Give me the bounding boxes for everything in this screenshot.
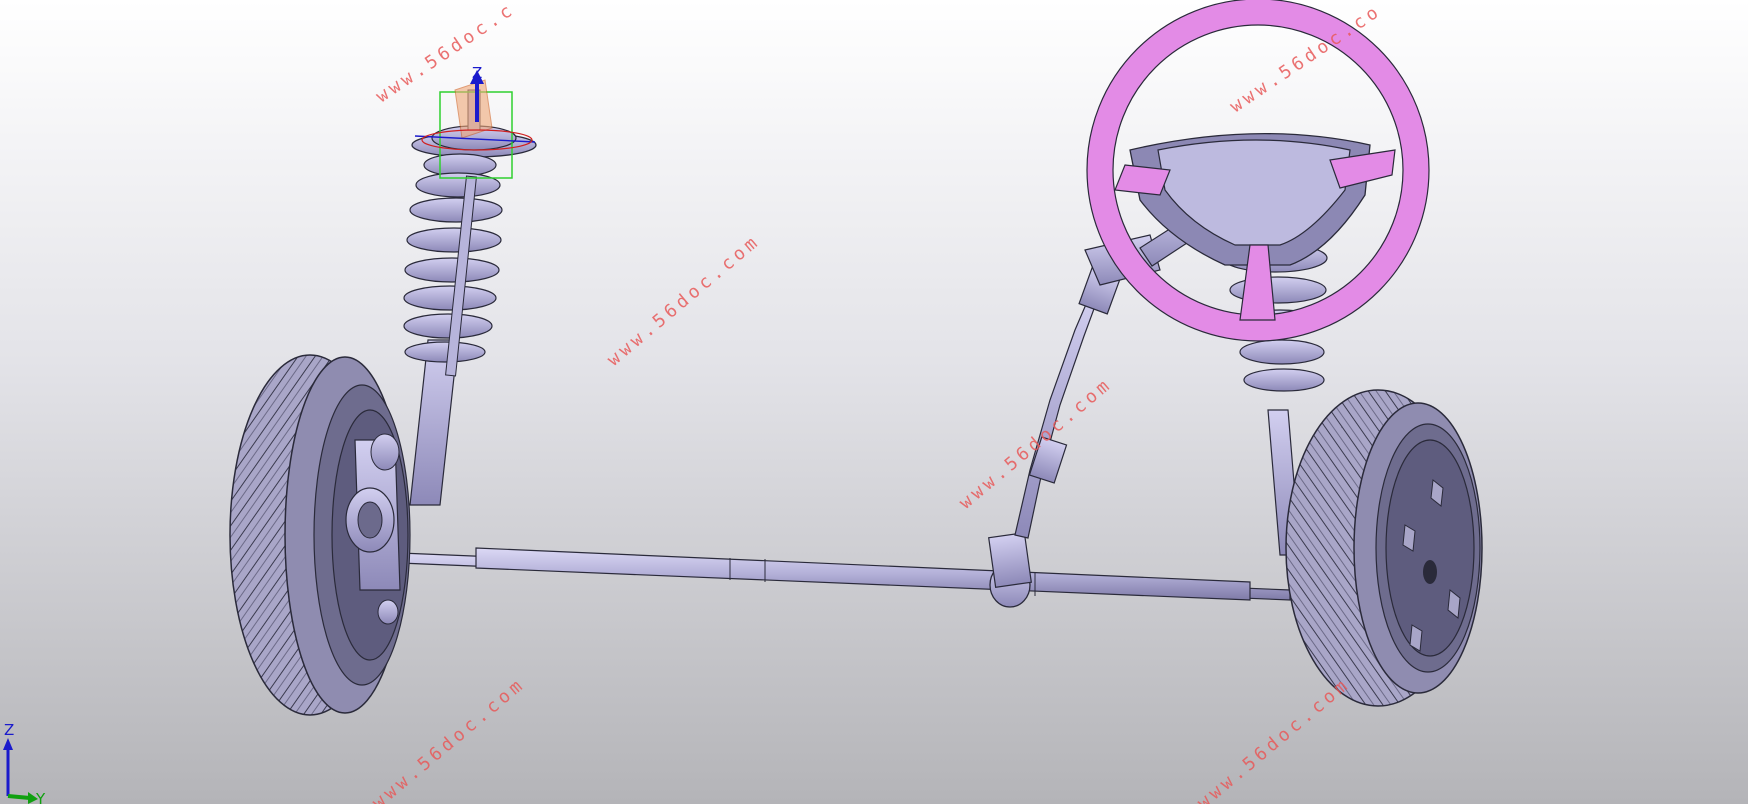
left-strut[interactable] xyxy=(403,89,537,506)
triad-z-label: Z xyxy=(4,721,14,739)
axis-triad-icon[interactable]: Z Y xyxy=(0,718,60,804)
triad-y-label: Y xyxy=(35,790,46,804)
compass-z-label: Z xyxy=(472,64,482,82)
steering-wheel[interactable] xyxy=(1086,0,1430,342)
steering-rack[interactable] xyxy=(399,532,1291,608)
right-wheel[interactable] xyxy=(1285,389,1483,707)
left-wheel[interactable] xyxy=(229,354,411,716)
3d-viewport[interactable]: Z www.56doc.c www.56doc.co www.56doc.com… xyxy=(0,0,1748,804)
assembly-model[interactable]: Z xyxy=(0,0,1748,804)
